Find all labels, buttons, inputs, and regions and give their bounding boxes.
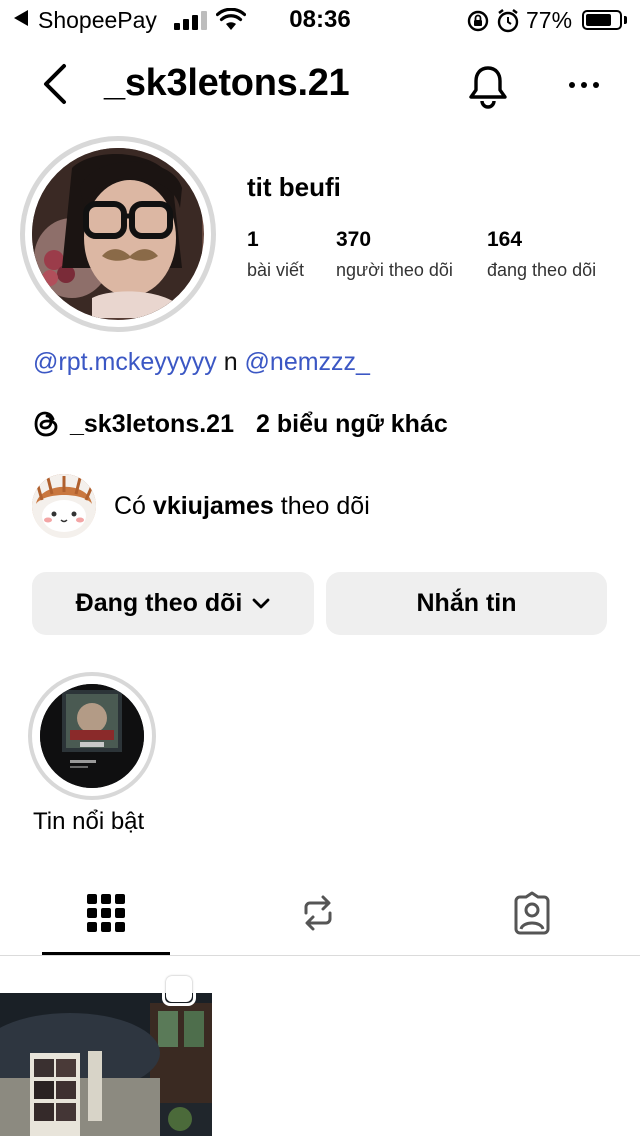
battery-icon [582,10,622,30]
following-button-label: Đang theo dõi [75,589,243,617]
battery-fill [586,14,611,26]
rotation-lock-icon [467,10,489,32]
back-button[interactable] [36,62,76,106]
followed-by-row[interactable]: Có vkiujames theo dõi [32,474,370,538]
stat-followers-label: người theo dõi [336,260,453,280]
stat-following-label: đang theo dõi [487,260,597,280]
grid-icon [87,894,125,932]
avatar[interactable] [32,148,204,320]
bio-mention-1[interactable]: @rpt.mckeyyyyy [33,348,217,376]
story-ring[interactable] [20,136,216,332]
bio: @rpt.mckeyyyyy n @nemzzz_ [33,348,370,377]
stat-posts[interactable]: 1 bài viết [247,228,304,281]
follower-avatar [32,474,96,538]
bio-connector: n [223,348,238,376]
multi-photo-icon [166,976,192,1002]
highlight-label: Tin nổi bật [33,808,145,835]
follower-avatar-art [32,474,96,538]
message-button[interactable]: Nhắn tin [326,572,607,635]
battery-percent: 77% [526,7,573,33]
bio-mention-2[interactable]: @nemzzz_ [245,348,370,376]
tab-posts-grid[interactable] [42,870,170,956]
followed-by-prefix: Có [114,491,146,520]
battery-tip [624,16,627,24]
alarm-icon [497,9,519,33]
chevron-down-icon [252,598,270,608]
message-button-label: Nhắn tin [416,589,517,617]
threads-row: _sk3letons.21 2 biểu ngữ khác [32,407,448,441]
more-badges-link[interactable]: 2 biểu ngữ khác [256,410,448,439]
stat-followers[interactable]: 370 người theo dõi [336,228,453,281]
tab-tagged[interactable] [468,870,596,956]
stat-following[interactable]: 164 đang theo dõi [487,228,596,281]
story-highlight[interactable] [28,672,156,800]
stat-following-count: 164 [487,228,523,251]
tab-reposts[interactable] [254,870,382,956]
following-button[interactable]: Đang theo dõi [32,572,314,635]
profile-header: _sk3letons.21 [0,52,640,116]
highlight-cover [40,684,144,788]
threads-handle-link[interactable]: _sk3letons.21 [70,410,234,439]
content-tabs [0,870,640,956]
more-options-icon[interactable] [564,74,604,94]
stat-posts-count: 1 [247,228,259,251]
display-name: tit beufi [247,172,341,202]
stat-followers-count: 370 [336,228,372,251]
repost-icon [304,895,332,931]
tagged-icon [514,891,550,935]
avatar-photo [32,148,202,318]
bell-icon[interactable] [464,62,512,110]
threads-icon [34,411,58,437]
post-photo [0,993,212,1136]
tabs-divider [0,955,640,956]
post-thumbnail[interactable] [0,993,212,1136]
status-bar: ShopeePay 08:36 77% [0,0,640,40]
stat-posts-label: bài viết [247,260,305,280]
highlight-cover-art [40,684,144,788]
followed-by-suffix: theo dõi [280,491,370,520]
page-title: _sk3letons.21 [104,62,350,104]
followed-by-name: vkiujames [152,491,274,520]
